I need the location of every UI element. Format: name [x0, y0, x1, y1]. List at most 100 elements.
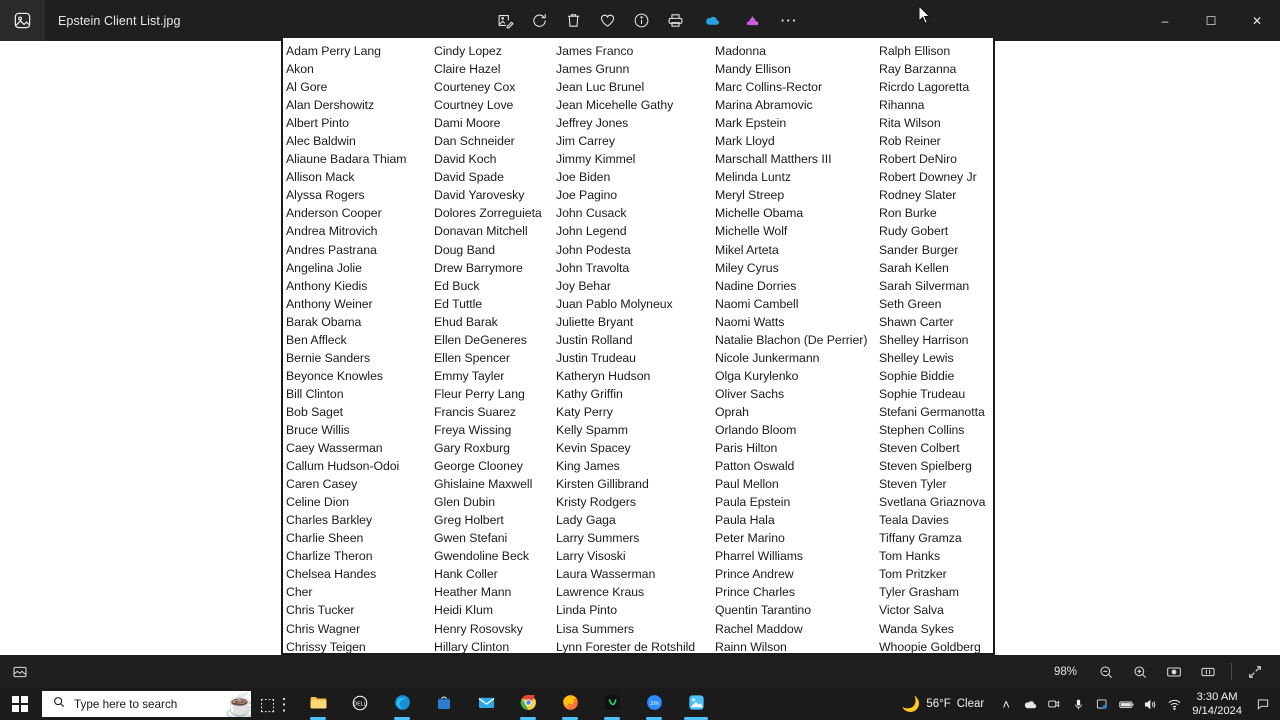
zoom-icon: zm: [645, 693, 664, 715]
filmstrip-icon[interactable]: [1191, 655, 1225, 688]
divider: [1231, 663, 1232, 680]
taskbar-item-file-explorer[interactable]: [297, 688, 339, 720]
list-item: Ellen DeGeneres: [434, 332, 527, 347]
mail-icon: [477, 693, 496, 715]
list-item: James Franco: [556, 44, 634, 58]
battery-tray-icon[interactable]: [1114, 688, 1138, 720]
wifi-tray-icon[interactable]: [1162, 688, 1186, 720]
info-icon[interactable]: [624, 2, 658, 40]
list-item: Naomi Cambell: [715, 296, 799, 311]
notification-bell-icon[interactable]: [1250, 688, 1276, 720]
start-button[interactable]: [0, 688, 40, 720]
list-item: Andres Pastrana: [286, 242, 377, 257]
window-controls: – ☐ ✕: [1142, 0, 1280, 41]
svg-text:zm: zm: [650, 700, 658, 707]
onedrive-tray-icon[interactable]: [1018, 688, 1042, 720]
search-input[interactable]: Type here to search ☕: [42, 691, 251, 717]
list-item: Jim Carrey: [556, 134, 615, 149]
list-item: Beyonce Knowles: [286, 368, 384, 383]
list-item: Robert DeNiro: [879, 152, 957, 167]
list-item: Akon: [286, 62, 314, 77]
taskbar-item-whatsapp[interactable]: [591, 688, 633, 720]
list-item: Celine Dion: [286, 495, 350, 510]
list-item: Joy Behar: [556, 278, 611, 293]
list-item: Jean Luc Brunel: [556, 80, 645, 95]
list-item: Juan Pablo Molyneux: [556, 296, 673, 311]
list-item: Naomi Watts: [715, 314, 785, 329]
taskbar-items: ⬚⋮ DELL zm: [255, 688, 717, 720]
gallery-icon[interactable]: [0, 655, 40, 688]
zoom-in-icon[interactable]: [1123, 655, 1157, 688]
image-canvas[interactable]: Adam Perry Lang Akon Al Gore Alan Dersho…: [0, 38, 1280, 656]
list-item: Greg Holbert: [434, 513, 504, 528]
rotate-icon[interactable]: [522, 2, 556, 40]
list-item: Nicole Junkermann: [715, 350, 820, 365]
taskbar-item-task-view[interactable]: ⬚⋮: [255, 688, 297, 720]
onedrive-icon[interactable]: [692, 2, 732, 40]
list-item: Shelley Lewis: [879, 350, 954, 365]
windows-taskbar: Type here to search ☕ ⬚⋮ DELL zm 🌙 56°F …: [0, 688, 1280, 720]
list-item: Lisa Summers: [556, 621, 634, 636]
teams-tray-icon[interactable]: [1090, 688, 1114, 720]
list-item: Bruce Willis: [286, 422, 350, 437]
list-item: Mandy Ellison: [715, 62, 791, 77]
taskbar-item-mozilla-firefox[interactable]: [549, 688, 591, 720]
photos-app-icon: [0, 0, 45, 41]
taskbar-item-microsoft-store[interactable]: [423, 688, 465, 720]
minimize-button[interactable]: –: [1142, 0, 1188, 41]
taskbar-item-dell[interactable]: DELL: [339, 688, 381, 720]
weather-widget[interactable]: 🌙 56°F Clear: [902, 695, 985, 713]
list-item: Oprah: [715, 404, 749, 419]
list-item: Al Gore: [286, 80, 328, 95]
maximize-button[interactable]: ☐: [1188, 0, 1234, 41]
list-item: Cindy Lopez: [434, 44, 502, 58]
designer-icon[interactable]: [732, 2, 772, 40]
zoom-out-icon[interactable]: [1089, 655, 1123, 688]
close-button[interactable]: ✕: [1234, 0, 1280, 41]
list-item: Hank Coller: [434, 567, 498, 582]
list-item: Ralph Ellison: [879, 44, 951, 58]
favorite-heart-icon[interactable]: [590, 2, 624, 40]
list-item: Tom Hanks: [879, 549, 941, 564]
taskbar-item-photos[interactable]: [675, 688, 717, 720]
print-icon[interactable]: [658, 2, 692, 40]
list-item: Francis Suarez: [434, 404, 516, 419]
clock[interactable]: 3:30 AM 9/14/2024: [1192, 690, 1242, 718]
list-item: Courteney Cox: [434, 80, 516, 95]
weather-condition: Clear: [956, 698, 985, 710]
volume-tray-icon[interactable]: [1138, 688, 1162, 720]
show-hidden-icons-chevron[interactable]: ˄: [994, 688, 1018, 720]
list-item: Freya Wissing: [434, 422, 512, 437]
list-item: Courtney Love: [434, 98, 514, 113]
list-item: Anderson Cooper: [286, 206, 382, 221]
chrome-icon: [519, 693, 538, 715]
taskbar-item-mail[interactable]: [465, 688, 507, 720]
microphone-tray-icon[interactable]: [1066, 688, 1090, 720]
edit-image-icon[interactable]: [488, 2, 522, 40]
fit-to-window-icon[interactable]: [1157, 655, 1191, 688]
taskbar-item-zoom[interactable]: zm: [633, 688, 675, 720]
list-item: Allison Mack: [286, 170, 355, 185]
fullscreen-icon[interactable]: [1238, 655, 1272, 688]
list-item: Katheryn Hudson: [556, 368, 651, 383]
list-item: Wanda Sykes: [879, 621, 954, 636]
taskbar-item-microsoft-edge[interactable]: [381, 688, 423, 720]
list-item: Katy Perry: [556, 404, 613, 419]
list-item: Callum Hudson-Odoi: [286, 459, 400, 474]
list-item: Bob Saget: [286, 404, 343, 419]
taskbar-item-google-chrome[interactable]: [507, 688, 549, 720]
list-item: Bernie Sanders: [286, 350, 371, 365]
list-item: Drew Barrymore: [434, 260, 523, 275]
more-options-icon[interactable]: ⋯: [772, 2, 806, 40]
list-item: Robert Downey Jr: [879, 170, 977, 185]
list-item: Marc Collins-Rector: [715, 80, 823, 95]
camera-tray-icon[interactable]: [1042, 688, 1066, 720]
list-item: Olga Kurylenko: [715, 368, 799, 383]
delete-icon[interactable]: [556, 2, 590, 40]
list-item: Anthony Kiedis: [286, 278, 368, 293]
list-item: Rudy Gobert: [879, 224, 949, 239]
list-item: Mark Epstein: [715, 116, 787, 131]
list-item: Whoopie Goldberg: [879, 639, 981, 654]
list-item: Michelle Wolf: [715, 224, 788, 239]
list-item: Patton Oswald: [715, 459, 795, 474]
